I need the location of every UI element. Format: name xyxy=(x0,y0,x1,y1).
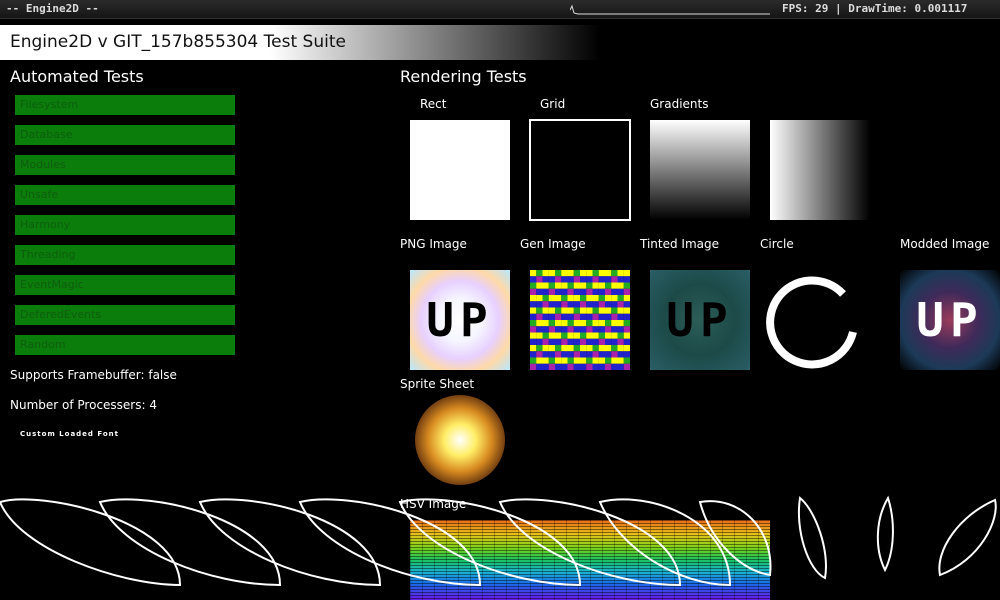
processor-info: Number of Processers: 4 xyxy=(10,398,157,412)
test-button-database[interactable]: Database xyxy=(15,125,235,145)
grid-label: Grid xyxy=(540,97,566,111)
test-button-filesystem[interactable]: Filesystem xyxy=(15,95,235,115)
rendering-tests-title: Rendering Tests xyxy=(400,67,527,86)
tinted-image-label: Tinted Image xyxy=(640,237,720,251)
automated-tests-title: Automated Tests xyxy=(10,67,144,86)
png-up-text: UP xyxy=(426,293,494,347)
test-button-harmony[interactable]: Harmony xyxy=(15,215,235,235)
test-button-modules[interactable]: Modules xyxy=(15,155,235,175)
sprite-sheet-label: Sprite Sheet xyxy=(400,377,475,391)
framebuffer-info: Supports Framebuffer: false xyxy=(10,368,177,382)
gradients-label: Gradients xyxy=(650,97,709,111)
fps-readout: FPS: 29 | DrawTime: 0.001117 xyxy=(782,2,968,15)
horizontal-gradient-test xyxy=(770,120,870,220)
test-button-random[interactable]: Random xyxy=(15,335,235,355)
grid-test xyxy=(529,119,631,221)
rect-label: Rect xyxy=(420,97,447,111)
modded-image-test: UP xyxy=(900,270,1000,370)
png-image-label: PNG Image xyxy=(400,237,467,251)
status-bar: -- Engine2D -- FPS: 29 | DrawTime: 0.001… xyxy=(0,0,1000,19)
png-image-test: UP xyxy=(410,270,510,370)
circle-label: Circle xyxy=(760,237,794,251)
modded-image-label: Modded Image xyxy=(900,237,990,251)
rect-test xyxy=(410,120,510,220)
vertical-gradient-test xyxy=(650,120,750,220)
tinted-image-test: UP xyxy=(650,270,750,370)
gen-image-test xyxy=(530,270,630,370)
sprite-sheet-test xyxy=(415,395,505,485)
suite-title: Engine2D v GIT_157b855304 Test Suite xyxy=(10,32,346,52)
test-button-threading[interactable]: Threading xyxy=(15,245,235,265)
tinted-up-text: UP xyxy=(666,293,734,347)
test-button-unsafe[interactable]: Unsafe xyxy=(15,185,235,205)
test-button-deferedevents[interactable]: DeferedEvents xyxy=(15,305,235,325)
perf-graph xyxy=(570,4,770,15)
leaf-outlines xyxy=(0,495,997,587)
suite-banner: Engine2D v GIT_157b855304 Test Suite xyxy=(0,25,600,60)
circle-test xyxy=(766,276,857,369)
modded-up-text: UP xyxy=(916,293,984,347)
custom-font-sample: Custom Loaded Font xyxy=(20,430,120,438)
gen-image-label: Gen Image xyxy=(520,237,586,251)
app-title: -- Engine2D -- xyxy=(6,2,99,15)
test-button-eventmagic[interactable]: EventMagic xyxy=(15,275,235,295)
